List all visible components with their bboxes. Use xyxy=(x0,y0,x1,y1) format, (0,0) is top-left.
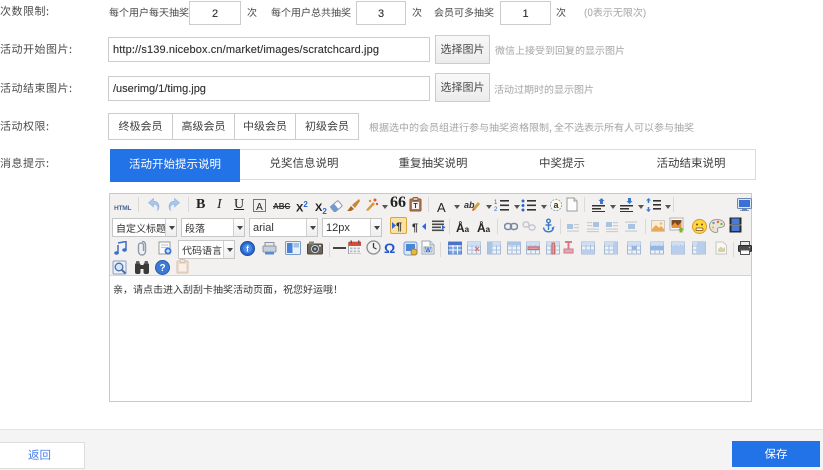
svg-text:¶: ¶ xyxy=(396,218,402,233)
svg-text:W: W xyxy=(425,245,431,254)
svg-text:?: ? xyxy=(159,260,165,274)
svg-text:2: 2 xyxy=(494,204,498,212)
svg-text:¶: ¶ xyxy=(412,219,418,234)
svg-text:T: T xyxy=(413,201,418,211)
svg-text:f: f xyxy=(246,244,249,255)
